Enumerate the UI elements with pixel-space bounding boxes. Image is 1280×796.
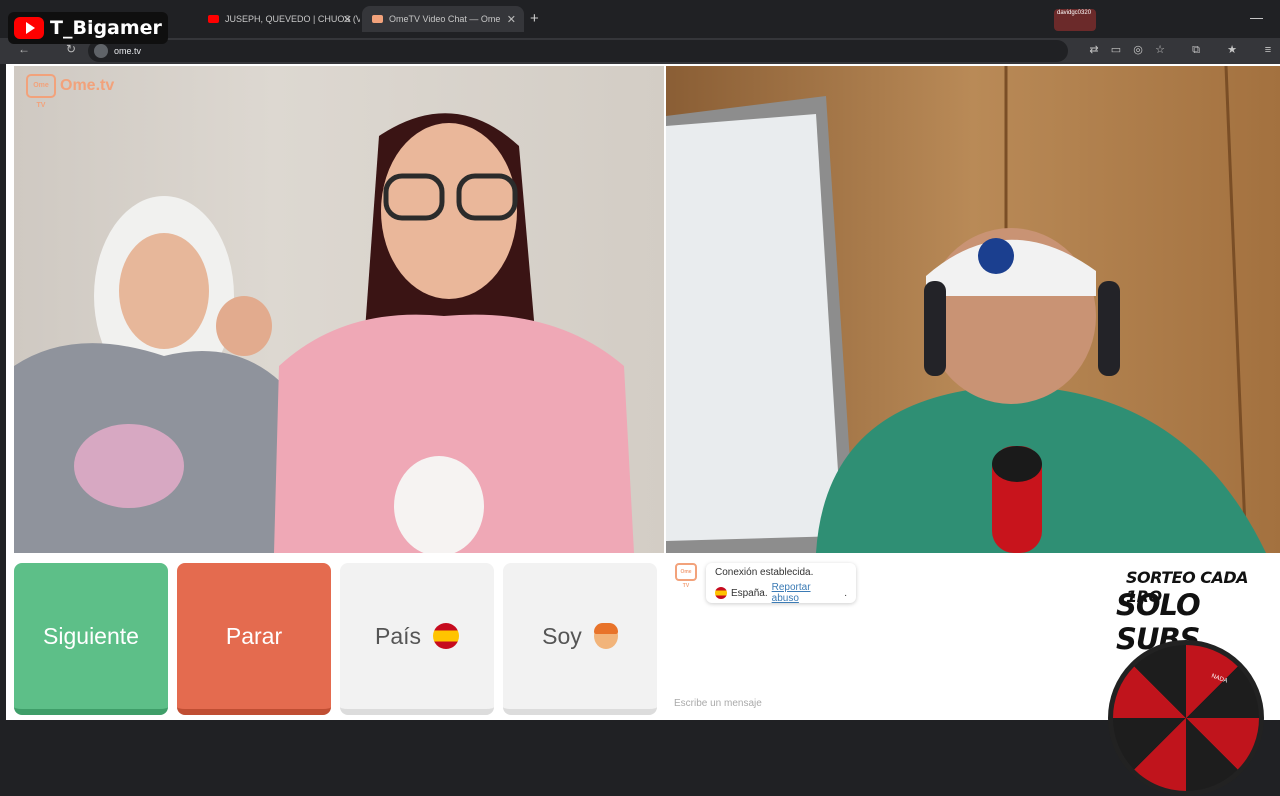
tab-title: JUSEPH, QUEVEDO | CHUOS (V... — [225, 14, 360, 24]
url-input[interactable]: ome.tv — [88, 40, 1068, 62]
message-input[interactable]: Escribe un mensaje — [674, 698, 1094, 709]
extensions-icon[interactable]: ⧉ — [1190, 44, 1202, 56]
profile-badge[interactable]: davidgc0320 — [1054, 9, 1096, 31]
browser-tab-bar: JUSEPH, QUEVEDO | CHUOS (V... ✕ OmeTV Vi… — [0, 0, 1280, 38]
system-message: Conexión establecida. España. Reportar a… — [706, 563, 856, 604]
menu-icon[interactable]: ≡ — [1262, 44, 1274, 56]
youtube-logo-icon — [14, 17, 44, 39]
tab-youtube[interactable]: JUSEPH, QUEVEDO | CHUOS (V... ✕ — [198, 6, 360, 32]
back-icon[interactable]: ← — [18, 42, 30, 56]
gender-button[interactable]: Soy — [503, 563, 657, 715]
report-abuse-link[interactable]: Reportar abuso — [772, 582, 841, 604]
report-suffix: . — [844, 587, 847, 599]
stop-label: Parar — [225, 622, 283, 649]
minimize-icon[interactable]: — — [1250, 10, 1263, 25]
gender-label: Soy — [542, 622, 582, 649]
ometv-wordmark: Ome.tv — [60, 77, 115, 94]
self-video-frame — [666, 66, 1266, 553]
translate-icon[interactable]: ⇄ — [1088, 44, 1100, 56]
spain-flag-icon — [715, 587, 727, 599]
youtube-icon — [208, 15, 219, 23]
boy-icon — [593, 623, 618, 649]
tab-ometv[interactable]: OmeTV Video Chat — Ome ✕ — [362, 6, 524, 32]
next-label: Siguiente — [43, 622, 139, 649]
connection-status: Conexión establecida. — [715, 567, 814, 578]
country-button[interactable]: País — [340, 563, 494, 715]
ometv-icon — [372, 15, 383, 23]
url-text: ome.tv — [114, 46, 142, 56]
close-icon[interactable]: ✕ — [343, 13, 352, 26]
ometv-chat-icon: Ome TV — [675, 563, 697, 589]
message-placeholder: Escribe un mensaje — [674, 698, 762, 709]
star-icon[interactable]: ☆ — [1154, 44, 1166, 56]
country-label: País — [374, 622, 422, 649]
spain-flag-icon — [433, 623, 460, 649]
bookmarks-icon[interactable]: ★ — [1226, 44, 1238, 56]
new-tab-icon[interactable]: + — [530, 10, 539, 27]
ometv-logo[interactable]: Ome TV Ome.tv — [26, 74, 115, 109]
profile-name: davidgc0320 — [1057, 10, 1092, 16]
prize-wheel — [1108, 640, 1264, 796]
install-icon[interactable]: ▭ — [1110, 44, 1122, 56]
self-video — [666, 66, 1280, 553]
stop-button[interactable]: Parar — [177, 563, 331, 715]
close-icon[interactable]: ✕ — [507, 13, 516, 26]
site-info-icon[interactable] — [94, 44, 108, 58]
channel-watermark: T_Bigamer — [8, 12, 168, 44]
eye-off-icon[interactable]: ◎ — [1132, 44, 1144, 56]
stranger-video — [14, 66, 664, 553]
ometv-tv-icon: Ome TV — [26, 74, 56, 109]
stranger-video-frame — [14, 113, 634, 553]
address-bar: ← ↻ ome.tv ⇄ ▭ ◎ ☆ ⧉ ★ ≡ — [0, 38, 1280, 64]
next-button[interactable]: Siguiente — [14, 563, 168, 715]
channel-name: T_Bigamer — [50, 17, 162, 39]
reload-icon[interactable]: ↻ — [66, 42, 76, 56]
tab-title: OmeTV Video Chat — Ome — [389, 14, 501, 24]
partner-country: España. — [730, 587, 768, 599]
